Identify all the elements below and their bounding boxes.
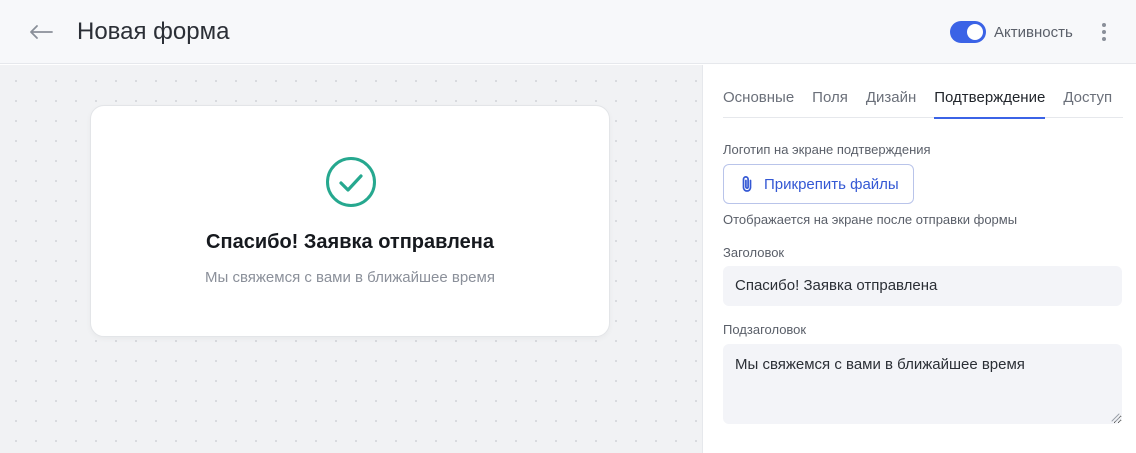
resize-grip-icon[interactable]	[1111, 413, 1120, 422]
back-button[interactable]	[26, 18, 56, 46]
check-circle-icon	[326, 157, 376, 207]
activity-label: Активность	[994, 23, 1073, 41]
subheading-label: Подзаголовок	[723, 322, 807, 337]
settings-panel: Основные Поля Дизайн Подтверждение Досту…	[702, 65, 1136, 453]
tab-basic[interactable]: Основные	[723, 89, 794, 118]
page-title: Новая форма	[77, 18, 230, 45]
more-vertical-icon	[1102, 23, 1106, 27]
tab-access[interactable]: Доступ	[1063, 89, 1112, 118]
more-menu-button[interactable]	[1094, 20, 1114, 44]
attach-files-label: Прикрепить файлы	[764, 175, 899, 193]
confirmation-preview-card: Спасибо! Заявка отправлена Мы свяжемся с…	[90, 105, 610, 337]
heading-label: Заголовок	[723, 245, 785, 260]
subheading-textarea[interactable]: Мы свяжемся с вами в ближайшее время	[723, 344, 1122, 424]
tab-fields[interactable]: Поля	[812, 89, 848, 118]
heading-input[interactable]	[723, 266, 1122, 306]
preview-canvas: Спасибо! Заявка отправлена Мы свяжемся с…	[0, 65, 702, 453]
logo-label: Логотип на экране подтверждения	[723, 142, 931, 157]
arrow-left-icon	[30, 25, 53, 39]
preview-subtitle: Мы свяжемся с вами в ближайшее время	[205, 269, 495, 286]
top-bar: Новая форма Активность	[0, 0, 1136, 64]
tab-confirmation[interactable]: Подтверждение	[934, 89, 1046, 119]
toggle-knob	[967, 24, 983, 40]
preview-title: Спасибо! Заявка отправлена	[206, 231, 494, 253]
tab-design[interactable]: Дизайн	[866, 89, 916, 118]
activity-toggle-group: Активность	[950, 21, 1073, 43]
paperclip-icon	[742, 176, 752, 192]
settings-tabs: Основные Поля Дизайн Подтверждение Досту…	[723, 89, 1123, 119]
logo-hint: Отображается на экране после отправки фо…	[723, 212, 1018, 227]
activity-toggle[interactable]	[950, 21, 986, 43]
attach-files-button[interactable]: Прикрепить файлы	[723, 164, 914, 204]
